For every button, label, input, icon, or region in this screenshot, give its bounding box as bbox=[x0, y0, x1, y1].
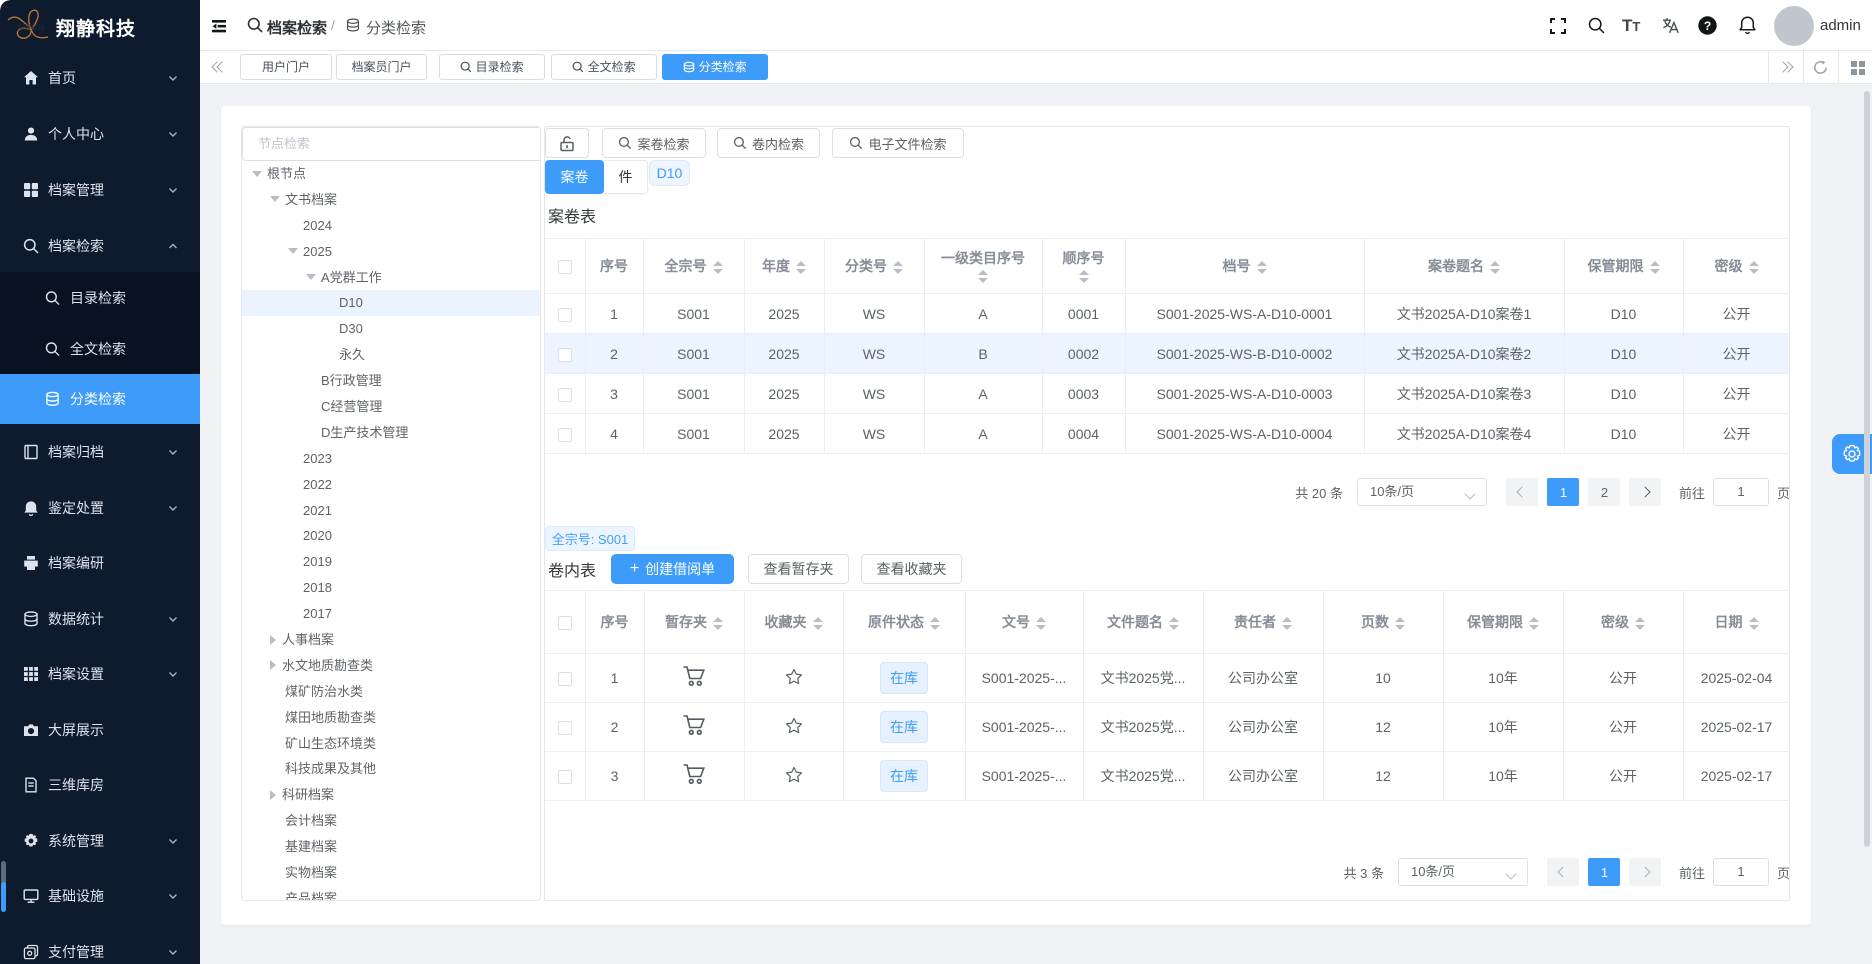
svg-text:翔静科技: 翔静科技 bbox=[17, 23, 45, 32]
svg-text:?: ? bbox=[1704, 19, 1711, 33]
